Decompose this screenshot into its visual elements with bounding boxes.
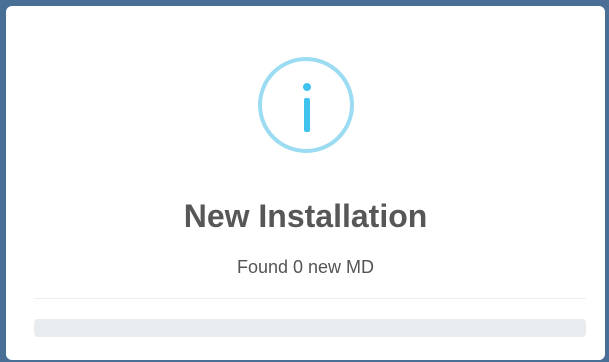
new-installation-dialog: New Installation Found 0 new MD [6, 6, 605, 360]
dialog-message: Found 0 new MD [236, 257, 375, 277]
dialog-title: New Installation [183, 198, 428, 234]
divider [34, 298, 586, 299]
info-icon-stem [304, 98, 310, 132]
info-icon-dot [303, 83, 311, 91]
progress-bar [34, 319, 586, 337]
info-icon [258, 57, 354, 153]
